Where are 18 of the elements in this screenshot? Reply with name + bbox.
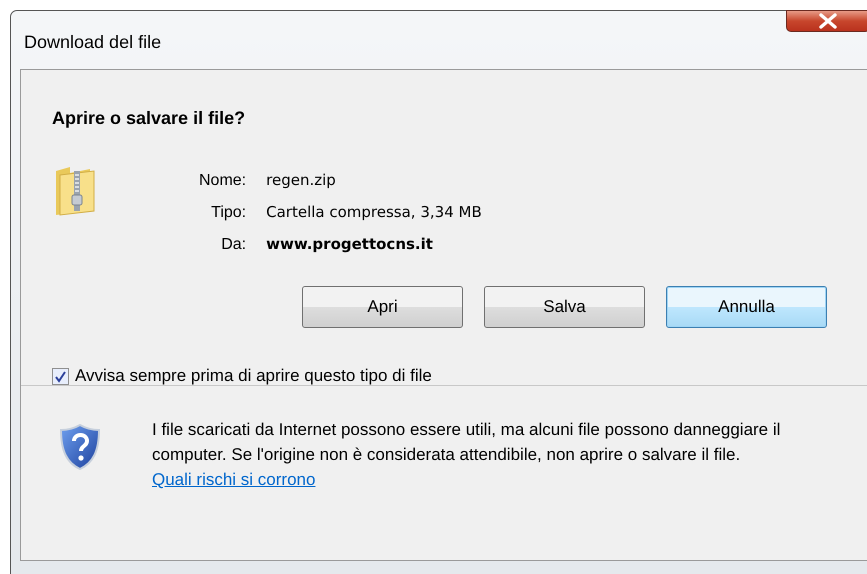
checkbox[interactable] bbox=[52, 368, 69, 384]
checkbox-label: Avvisa sempre prima di aprire questo tipo di file bbox=[75, 366, 432, 386]
warning-text: I file scaricati da Internet possono essere utili, ma alcuni file possono danneggiare il computer. Se l'origine non è considerata attendibile, non aprire o salvare il file. Quali rischi si corrono bbox=[152, 419, 782, 491]
dialog-button[interactable]: Apri bbox=[302, 286, 463, 328]
dialog-heading: Aprire o salvare il file? bbox=[52, 108, 246, 129]
field-value: www.progettocns.it bbox=[266, 235, 434, 253]
field-value: Cartella compressa, 3,34 MB bbox=[266, 203, 482, 221]
field-label: Nome: bbox=[199, 172, 246, 190]
risks-link[interactable]: Quali rischi si corrono bbox=[152, 470, 316, 489]
close-icon bbox=[818, 13, 838, 29]
close-button[interactable] bbox=[786, 10, 867, 32]
shield-question-icon bbox=[59, 423, 101, 471]
field-label: Tipo: bbox=[210, 204, 246, 222]
dialog-button[interactable]: Salva bbox=[484, 286, 645, 328]
field-label: Da: bbox=[220, 236, 246, 254]
dialog-button[interactable]: Annulla bbox=[666, 286, 827, 328]
field-value: regen.zip bbox=[266, 171, 337, 189]
window-title: Download del file bbox=[24, 32, 162, 53]
